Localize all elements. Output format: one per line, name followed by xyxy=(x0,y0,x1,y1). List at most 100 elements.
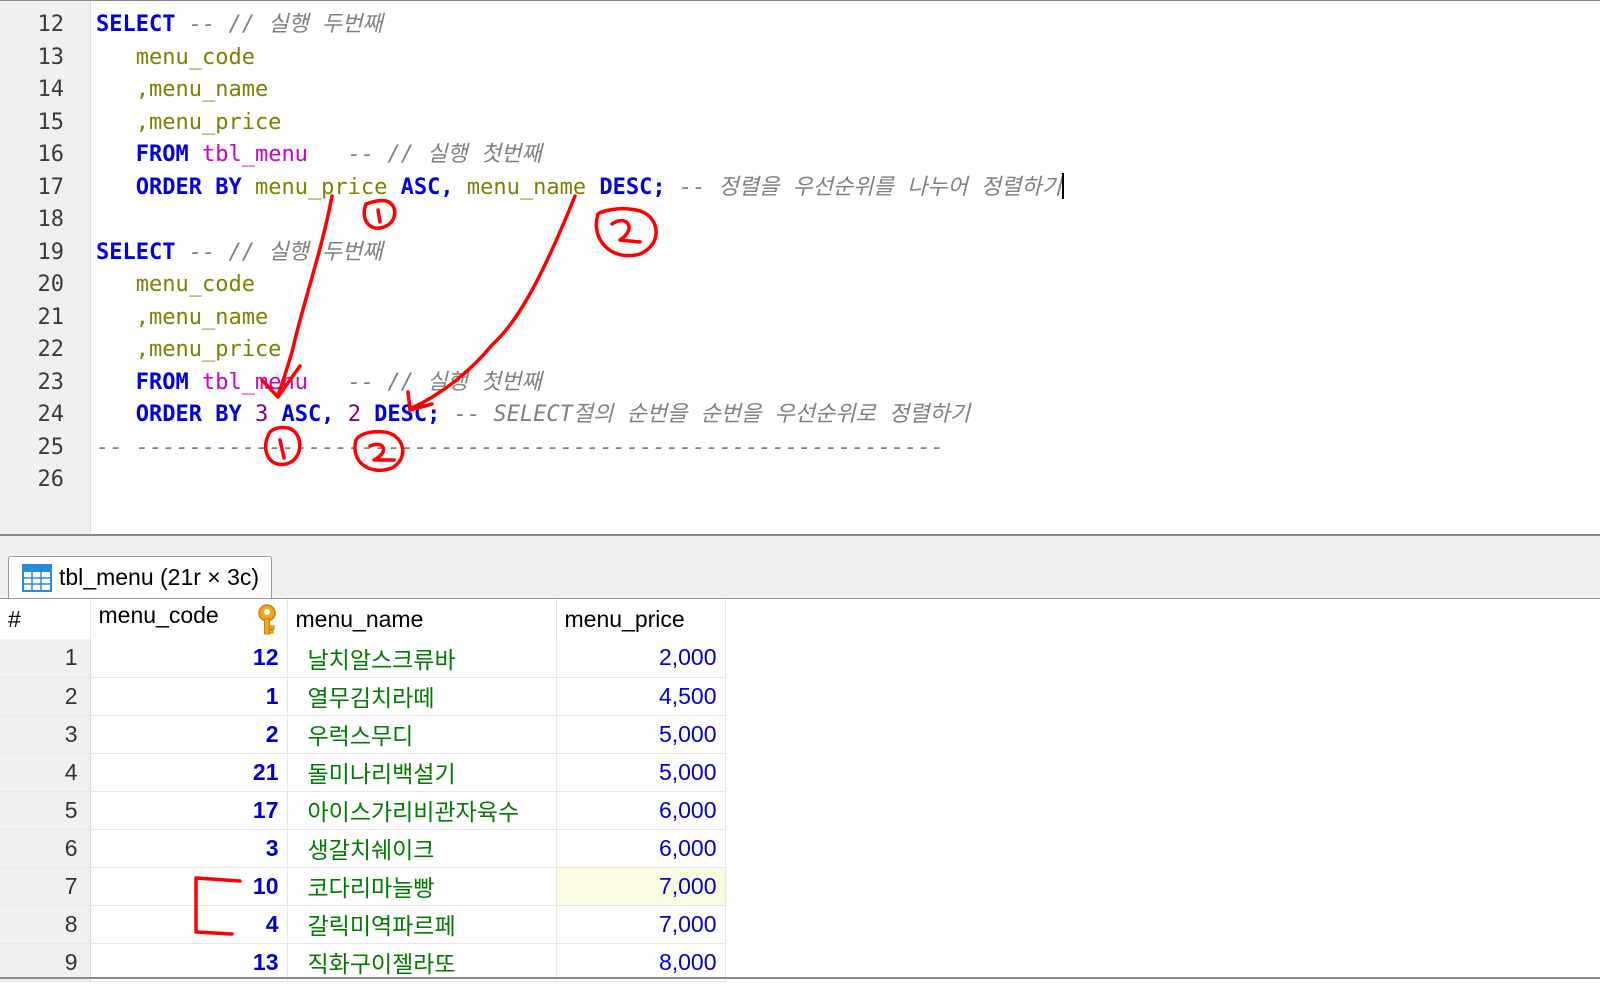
menu-code-cell[interactable]: 21 xyxy=(90,753,288,792)
line-number: 17 xyxy=(37,174,65,200)
row-number-cell[interactable]: 6 xyxy=(0,829,91,868)
row-number-cell[interactable]: 8 xyxy=(0,905,91,944)
code-line[interactable]: SELECT -- // 실행 두번째 xyxy=(96,9,383,41)
code-token: -- -------------------------------------… xyxy=(96,434,944,460)
row-number-cell[interactable]: 1 xyxy=(0,639,91,678)
column-header-menu-price[interactable]: menu_price xyxy=(556,599,726,639)
grid-bottom-border xyxy=(0,977,1600,979)
code-token: 3 xyxy=(254,402,269,427)
menu-price-cell[interactable]: 6,000 xyxy=(556,829,726,868)
menu-code-cell[interactable]: 1 xyxy=(90,677,288,716)
line-number: 26 xyxy=(37,467,65,492)
menu-price-cell[interactable]: 7,000 xyxy=(556,867,726,906)
menu-code-cell[interactable]: 13 xyxy=(90,943,288,982)
menu-price-cell[interactable]: 8,000 xyxy=(556,943,726,982)
code-token: -- // 실행 두번째 xyxy=(175,239,383,265)
menu-code-cell[interactable]: 17 xyxy=(90,791,288,830)
table-row[interactable]: 1 12 날치알스크류바 2,000 xyxy=(0,639,726,678)
table-row[interactable]: 4 21 돌미나리백설기 5,000 xyxy=(0,753,726,792)
table-row[interactable]: 5 17 아이스가리비관자육수 6,000 xyxy=(0,791,726,830)
menu-price-cell[interactable]: 5,000 xyxy=(556,715,726,754)
result-table: # menu_code menu_name menu_price 1 12 날치알스… xyxy=(0,599,726,982)
table-row[interactable]: 2 1 열무김치라떼 4,500 xyxy=(0,677,726,716)
menu-code-cell[interactable]: 4 xyxy=(90,905,288,944)
row-number-cell[interactable]: 9 xyxy=(0,943,91,982)
menu-name-cell[interactable]: 갈릭미역파르페 xyxy=(287,905,557,944)
row-number-cell[interactable]: 7 xyxy=(0,867,91,906)
result-tab-strip: tbl_menu (21r × 3c) xyxy=(0,536,1600,599)
line-number: 13 xyxy=(37,44,65,70)
code-line[interactable]: ORDER BY 3 ASC, 2 DESC; -- SELECT절의 순번을 … xyxy=(96,399,970,431)
code-line[interactable]: ,menu_name xyxy=(96,302,268,334)
column-header-menu-code[interactable]: menu_code xyxy=(90,599,288,639)
menu-price-cell[interactable]: 6,000 xyxy=(556,791,726,830)
result-tab-label: tbl_menu (21r × 3c) xyxy=(59,564,260,590)
code-token: -- 정렬을 우선순위를 나누어 정렬하기 xyxy=(665,174,1062,200)
code-line[interactable]: FROM tbl_menu -- // 실행 첫번째 xyxy=(96,367,542,399)
sql-editor[interactable]: 12 13 14 15 16 17 18 19 20 21 22 23 24 25 26 SELECT --… xyxy=(0,0,1600,535)
row-number-cell[interactable]: 3 xyxy=(0,715,91,754)
menu-code-cell[interactable]: 2 xyxy=(90,715,288,754)
code-line[interactable]: ,menu_price xyxy=(96,107,282,139)
code-token: 2 xyxy=(347,402,361,427)
menu-price-cell[interactable]: 4,500 xyxy=(556,677,726,716)
table-grid-icon xyxy=(22,563,52,592)
row-number-cell[interactable]: 5 xyxy=(0,791,91,830)
line-number: 24 xyxy=(37,402,65,427)
code-line[interactable]: menu_code xyxy=(96,269,255,301)
line-number: 15 xyxy=(37,109,65,135)
table-row[interactable]: 7 10 코다리마늘빵 7,000 xyxy=(0,867,726,906)
code-line[interactable]: ,menu_name xyxy=(96,74,268,106)
line-number: 19 xyxy=(37,239,65,265)
code-token: DESC; xyxy=(586,174,666,200)
menu-code-cell[interactable]: 3 xyxy=(90,829,288,868)
table-row[interactable]: 8 4 갈릭미역파르페 7,000 xyxy=(0,905,726,944)
menu-name-cell[interactable]: 돌미나리백설기 xyxy=(287,753,557,792)
table-row[interactable]: 6 3 생갈치쉐이크 6,000 xyxy=(0,829,726,868)
menu-name-cell[interactable]: 생갈치쉐이크 xyxy=(287,829,557,868)
line-number: 21 xyxy=(37,304,65,330)
line-number: 25 xyxy=(37,434,65,460)
code-line[interactable]: ORDER BY menu_price ASC, menu_name DESC;… xyxy=(96,172,1064,204)
menu-price-cell[interactable]: 5,000 xyxy=(556,753,726,792)
result-grid[interactable]: # menu_code menu_name menu_price 1 12 날치알스… xyxy=(0,599,1600,1001)
column-header-label: menu_code xyxy=(98,602,219,628)
code-token: menu_name xyxy=(453,174,587,200)
code-token: DESC; xyxy=(360,402,441,427)
line-number: 20 xyxy=(37,272,65,297)
code-line[interactable]: menu_code xyxy=(96,42,255,74)
menu-name-cell[interactable]: 직화구이젤라또 xyxy=(287,943,557,982)
menu-name-cell[interactable]: 코다리마늘빵 xyxy=(287,867,557,906)
code-token: menu_code xyxy=(96,44,255,70)
row-number-cell[interactable]: 2 xyxy=(0,677,91,716)
header-row: # menu_code menu_name menu_price xyxy=(0,599,726,639)
code-token: SELECT xyxy=(96,239,176,265)
menu-name-cell[interactable]: 날치알스크류바 xyxy=(287,639,557,678)
code-line[interactable]: ,menu_price xyxy=(96,334,282,366)
code-token: tbl_menu xyxy=(201,142,308,167)
code-token: ,menu_price xyxy=(96,337,282,362)
code-line[interactable]: -- -------------------------------------… xyxy=(96,432,944,464)
column-header-menu-name[interactable]: menu_name xyxy=(287,599,557,639)
code-token: ORDER BY xyxy=(96,402,242,427)
code-token: -- // 실행 두번째 xyxy=(175,12,383,37)
menu-code-cell[interactable]: 10 xyxy=(90,867,288,906)
menu-price-cell[interactable]: 7,000 xyxy=(556,905,726,944)
menu-name-cell[interactable]: 아이스가리비관자육수 xyxy=(287,791,557,830)
table-row[interactable]: 9 13 직화구이젤라또 8,000 xyxy=(0,943,726,982)
code-token: ,menu_price xyxy=(96,109,282,135)
result-tab[interactable]: tbl_menu (21r × 3c) xyxy=(8,556,273,598)
menu-name-cell[interactable]: 열무김치라떼 xyxy=(287,677,557,716)
code-token: menu_code xyxy=(96,272,255,297)
line-number: 23 xyxy=(37,369,65,395)
column-header-rownum[interactable]: # xyxy=(0,599,91,639)
menu-code-cell[interactable]: 12 xyxy=(90,639,288,678)
code-line[interactable]: SELECT -- // 실행 두번째 xyxy=(96,237,383,269)
menu-name-cell[interactable]: 우럭스무디 xyxy=(287,715,557,754)
line-number: 22 xyxy=(37,337,65,362)
menu-price-cell[interactable]: 2,000 xyxy=(556,639,726,678)
row-number-cell[interactable]: 4 xyxy=(0,753,91,792)
code-line[interactable]: FROM tbl_menu -- // 실행 첫번째 xyxy=(96,139,542,171)
table-row[interactable]: 3 2 우럭스무디 5,000 xyxy=(0,715,726,754)
